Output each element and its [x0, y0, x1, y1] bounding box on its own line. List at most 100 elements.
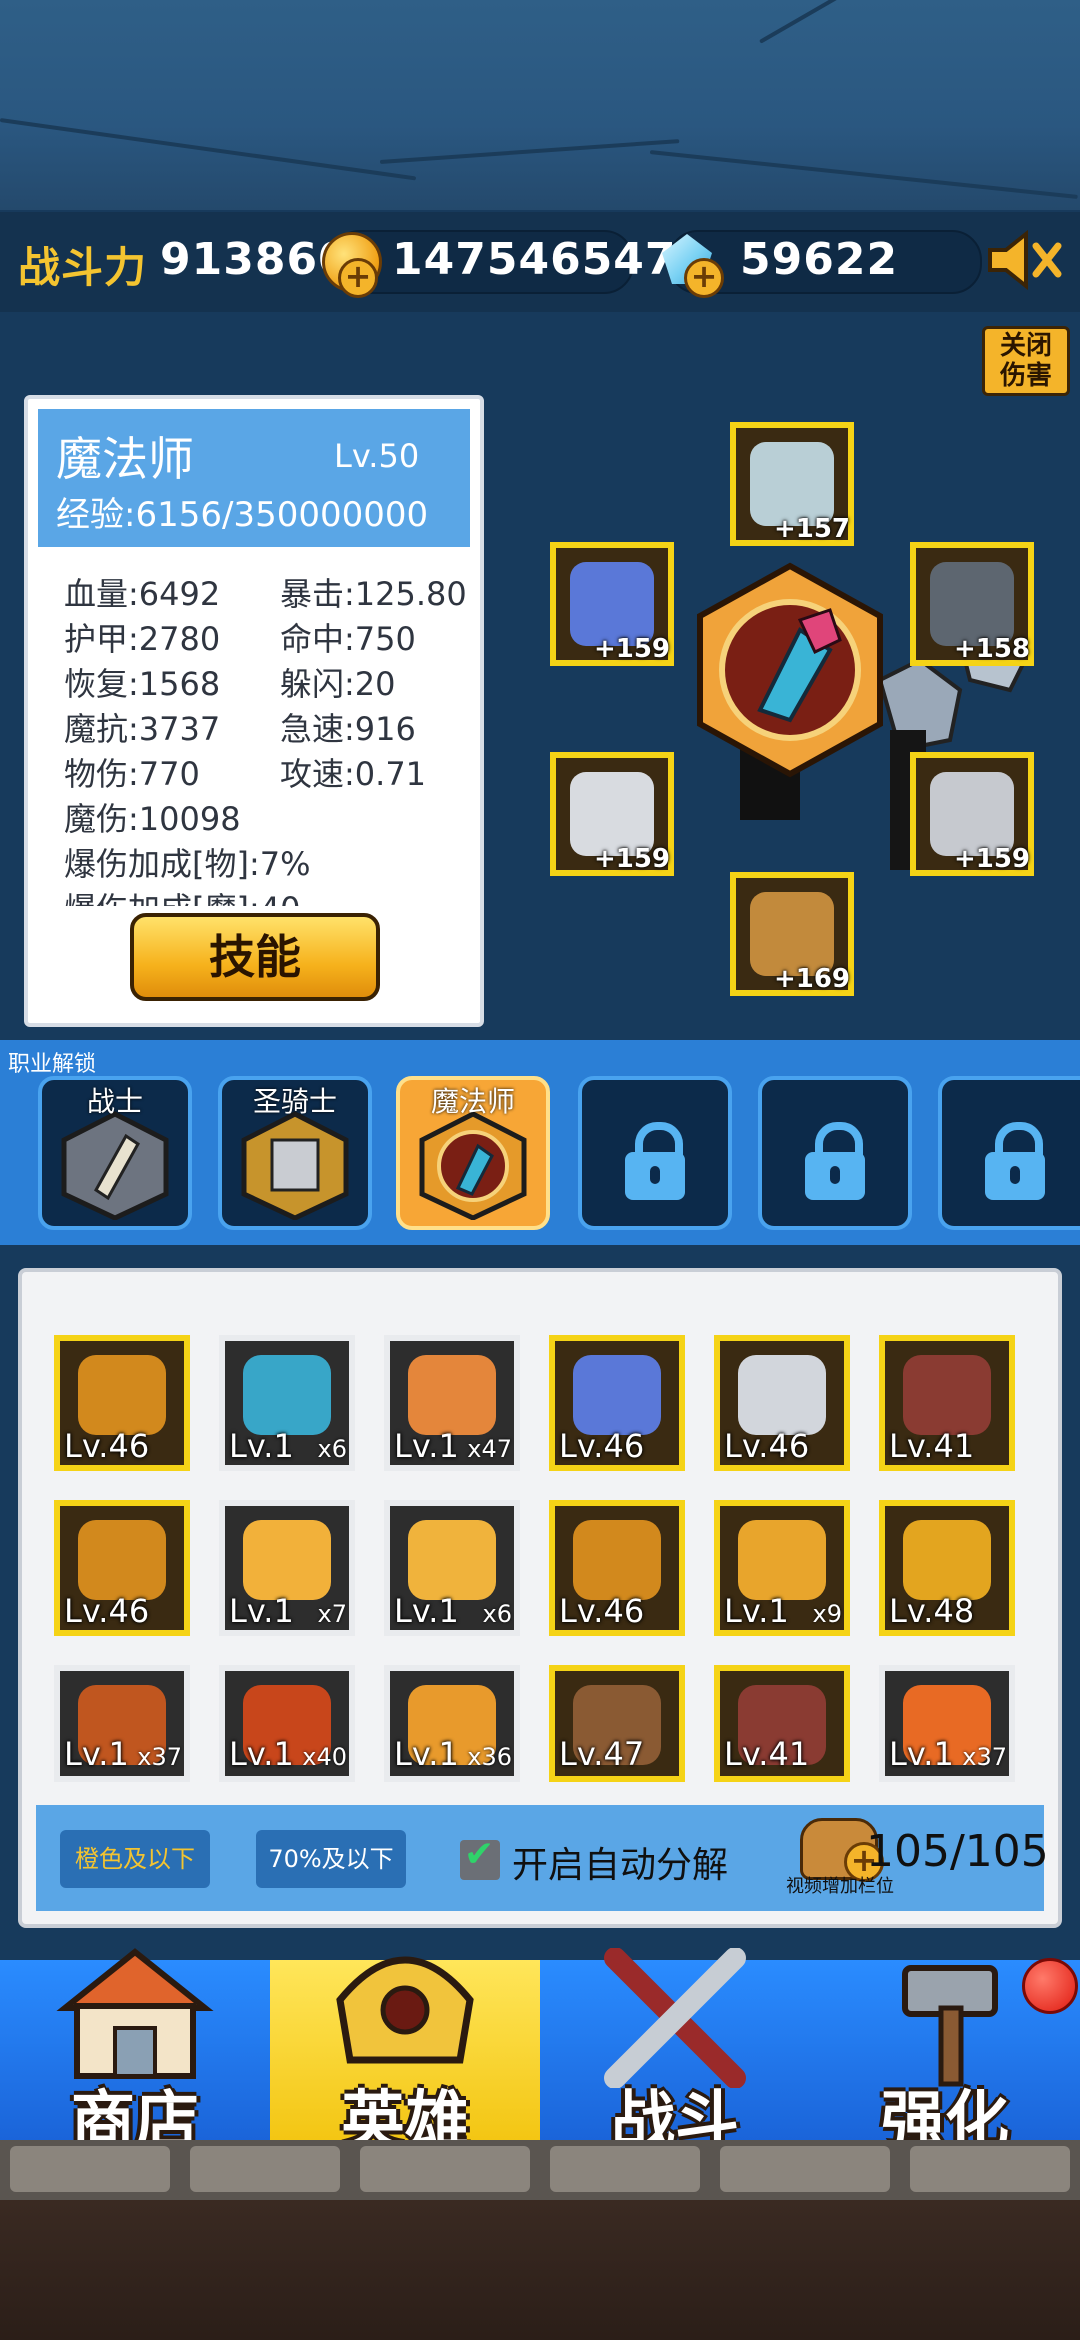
- sound-muted-icon[interactable]: [984, 228, 1064, 292]
- stat-hit: 命中:750: [280, 620, 416, 658]
- item-level: Lv.1: [394, 1735, 459, 1773]
- inventory-slot[interactable]: Lv.48: [879, 1500, 1015, 1636]
- equip-slot-helmet[interactable]: +157: [730, 422, 854, 546]
- stat-hp: 血量:6492: [64, 575, 221, 613]
- inventory-capacity: 105/105: [866, 1826, 1049, 1877]
- helmet-bonus: +157: [773, 514, 850, 544]
- item-level: Lv.1: [64, 1735, 129, 1773]
- item-level: Lv.46: [724, 1427, 810, 1465]
- inventory-slot[interactable]: Lv.1 x37: [879, 1665, 1015, 1782]
- item-icon: [78, 1520, 166, 1600]
- hero-level: Lv.50: [334, 437, 420, 475]
- stat-crit-bonus-phys: 爆伤加成[物]:7%: [64, 845, 311, 883]
- close-damage-button[interactable]: 关闭 伤害: [982, 326, 1070, 396]
- auto-decompose-label: 开启自动分解: [512, 1845, 729, 1886]
- warrior-emblem-icon: [61, 1111, 169, 1220]
- item-level: Lv.47: [559, 1735, 645, 1773]
- item-level: Lv.1: [229, 1427, 294, 1465]
- notification-dot: [1022, 1958, 1078, 2014]
- lock-icon: [985, 1122, 1045, 1200]
- stat-dodge: 躲闪:20: [280, 665, 396, 703]
- ground: [0, 2200, 1080, 2340]
- equip-slot-amulet[interactable]: +159: [550, 752, 674, 876]
- crossed-swords-icon: [604, 1948, 746, 2088]
- stat-haste: 急速:916: [280, 710, 416, 748]
- item-icon: [78, 1355, 166, 1435]
- item-level: Lv.41: [889, 1427, 975, 1465]
- class-unlock-label: 职业解锁: [8, 1052, 97, 1077]
- item-level: Lv.46: [559, 1592, 645, 1630]
- inventory-slot[interactable]: Lv.46: [549, 1335, 685, 1471]
- class-name-mage: 魔法师: [430, 1085, 515, 1118]
- video-add-slots-label: 视频增加栏位: [786, 1876, 894, 1897]
- stat-regen: 恢复:1568: [64, 665, 221, 703]
- item-icon: [243, 1520, 331, 1600]
- inventory-slot[interactable]: Lv.41: [714, 1665, 850, 1782]
- equip-slot-boots[interactable]: +169: [730, 872, 854, 996]
- item-count: x47: [467, 1435, 512, 1463]
- equip-slot-ring[interactable]: +159: [910, 752, 1034, 876]
- inventory-slot[interactable]: Lv.46: [54, 1335, 190, 1471]
- item-count: x37: [962, 1743, 1007, 1771]
- combat-power-label: 战斗力: [18, 243, 148, 292]
- hammer-icon: [902, 1965, 998, 2087]
- inventory-slot[interactable]: Lv.1 x47: [384, 1335, 520, 1471]
- stat-armor: 护甲:2780: [64, 620, 221, 658]
- inventory-slot[interactable]: Lv.46: [714, 1335, 850, 1471]
- hero-class-name: 魔法师: [56, 432, 194, 486]
- item-level: Lv.1: [394, 1592, 459, 1630]
- item-count: x9: [812, 1600, 842, 1628]
- ring-bonus: +159: [953, 844, 1030, 874]
- filter-70pct-below-button[interactable]: 70%及以下: [256, 1830, 406, 1888]
- stat-magic-dmg: 魔伤:10098: [64, 800, 241, 838]
- inventory-slot[interactable]: Lv.1 x37: [54, 1665, 190, 1782]
- item-level: Lv.1: [724, 1592, 789, 1630]
- item-level: Lv.46: [64, 1427, 150, 1465]
- lock-icon: [625, 1122, 685, 1200]
- weapon-bonus: +158: [953, 634, 1030, 664]
- boots-bonus: +169: [773, 964, 850, 994]
- inventory-slot[interactable]: Lv.1 x9: [714, 1500, 850, 1636]
- equip-slot-weapon[interactable]: +158: [910, 542, 1034, 666]
- inventory-slot[interactable]: Lv.47: [549, 1665, 685, 1782]
- item-level: Lv.1: [229, 1592, 294, 1630]
- paladin-emblem-icon: [241, 1111, 349, 1220]
- gem-value: 59622: [740, 234, 899, 285]
- inventory-slot[interactable]: Lv.41: [879, 1335, 1015, 1471]
- class-name-paladin: 圣骑士: [252, 1085, 337, 1118]
- item-count: x37: [137, 1743, 182, 1771]
- item-count: x36: [467, 1743, 512, 1771]
- item-level: Lv.1: [889, 1735, 954, 1773]
- stat-crit-bonus-magic: 爆伤加成[魔]:40: [64, 884, 300, 906]
- item-count: x40: [302, 1743, 347, 1771]
- hero-helmet-icon: [336, 1956, 474, 2064]
- inventory-slot[interactable]: Lv.1 x40: [219, 1665, 355, 1782]
- stat-magic-resist: 魔抗:3737: [64, 710, 221, 748]
- armor-bonus: +159: [593, 634, 670, 664]
- stat-phys-dmg: 物伤:770: [64, 755, 200, 793]
- add-gold-button[interactable]: +: [338, 258, 378, 298]
- inventory-slot[interactable]: Lv.1 x6: [384, 1500, 520, 1636]
- class-name-warrior: 战士: [86, 1085, 143, 1118]
- item-level: Lv.46: [559, 1427, 645, 1465]
- item-icon: [243, 1355, 331, 1435]
- stat-crit: 暴击:125.80: [280, 575, 467, 613]
- add-gem-button[interactable]: +: [684, 258, 724, 298]
- item-icon: [408, 1355, 496, 1435]
- inventory-slot[interactable]: Lv.46: [54, 1500, 190, 1636]
- equip-slot-armor[interactable]: +159: [550, 542, 674, 666]
- shop-icon: [56, 1948, 214, 2079]
- amulet-bonus: +159: [593, 844, 670, 874]
- checkmark-icon: ✔: [464, 1834, 495, 1875]
- item-count: x7: [317, 1600, 347, 1628]
- item-level: Lv.41: [724, 1735, 810, 1773]
- item-icon: [738, 1355, 826, 1435]
- hero-exp: 经验:6156/350000000: [56, 495, 429, 535]
- inventory-slot[interactable]: Lv.1 x36: [384, 1665, 520, 1782]
- inventory-slot[interactable]: Lv.46: [549, 1500, 685, 1636]
- inventory-slot[interactable]: Lv.1 x7: [219, 1500, 355, 1636]
- filter-orange-below-button[interactable]: 橙色及以下: [60, 1830, 210, 1888]
- item-level: Lv.1: [394, 1427, 459, 1465]
- skill-button[interactable]: 技能: [130, 913, 380, 1001]
- inventory-slot[interactable]: Lv.1 x6: [219, 1335, 355, 1471]
